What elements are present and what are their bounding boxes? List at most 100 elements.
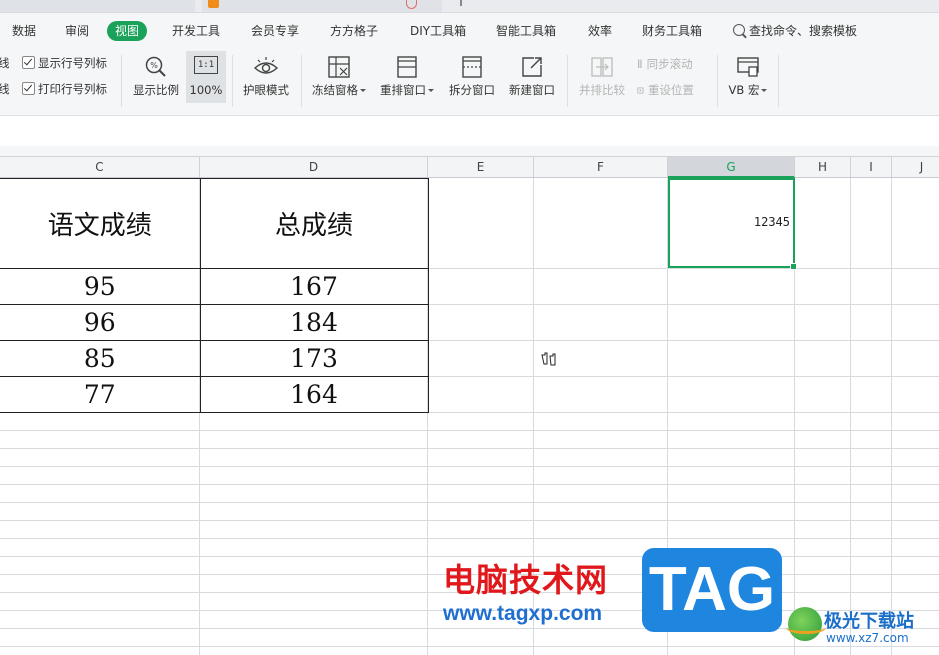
gridline <box>0 502 939 503</box>
zoom-button[interactable]: % 显示比例 <box>128 49 184 115</box>
eye-icon <box>253 57 279 74</box>
column-header-d[interactable]: D <box>200 157 428 177</box>
one-to-one-icon: 1:1 <box>194 56 218 74</box>
chevron-down-icon <box>360 89 366 92</box>
eye-mode-label: 护眼模式 <box>243 83 289 97</box>
search-command[interactable]: 查找命令、搜索模板 <box>733 13 857 49</box>
zoom-label: 显示比例 <box>133 83 179 97</box>
toolbar-divider <box>232 55 233 107</box>
cell-d1[interactable]: 总成绩 <box>199 178 429 269</box>
sync-scroll-button[interactable]: Ⅱ 同步滚动 <box>637 56 693 72</box>
watermark-title: 电脑技术网 <box>443 561 609 599</box>
ribbon-menu-bar: 数据 审阅 视图 开发工具 会员专享 方方格子 DIY工具箱 智能工具箱 效率 … <box>0 13 939 49</box>
sheet-top-gap <box>0 146 939 157</box>
freeze-panes-button[interactable]: 冻结窗格 <box>308 49 370 115</box>
new-tab-icon[interactable] <box>460 0 462 6</box>
search-command-label: 查找命令、搜索模板 <box>749 24 858 38</box>
site-logo: 极光下载站 www.xz7.com <box>786 605 936 653</box>
column-header-h[interactable]: H <box>795 157 851 177</box>
menu-efficiency[interactable]: 效率 <box>588 13 612 49</box>
menu-view[interactable]: 视图 <box>107 21 148 41</box>
reset-position-icon: ⊡ <box>637 83 644 97</box>
menu-smart[interactable]: 智能工具箱 <box>496 13 556 49</box>
watermark-url: www.tagxp.com <box>443 602 603 625</box>
gridline <box>0 520 939 521</box>
cell-d5[interactable]: 164 <box>199 376 429 413</box>
rearrange-window-label: 重排窗口 <box>380 83 426 97</box>
compare-icon <box>591 57 613 77</box>
tab-close-icon[interactable] <box>406 0 417 9</box>
score-table: 语文成绩 总成绩 95 167 96 184 85 173 77 164 <box>0 178 429 413</box>
rearrange-window-icon <box>397 56 417 78</box>
show-rowcol-label: 显示行号列标 <box>38 56 107 70</box>
freeze-panes-label: 冻结窗格 <box>312 83 358 97</box>
print-gridline-label: 线 <box>0 82 10 96</box>
checkbox-icon <box>22 82 35 95</box>
new-window-icon <box>522 57 542 77</box>
gridline <box>0 466 939 467</box>
zoom-100-button[interactable]: 1:1 100% <box>186 51 226 103</box>
menu-finance[interactable]: 财务工具箱 <box>642 13 702 49</box>
split-window-label: 拆分窗口 <box>449 83 495 97</box>
svg-text:%: % <box>150 61 158 70</box>
menu-data[interactable]: 数据 <box>12 13 36 49</box>
column-header-row: C D E F G H I J <box>0 157 939 178</box>
column-header-e[interactable]: E <box>428 157 534 177</box>
print-rowcol-checkbox[interactable]: 打印行号列标 <box>22 81 107 97</box>
toolbar-divider <box>717 55 718 107</box>
new-window-button[interactable]: 新建窗口 <box>504 49 560 115</box>
site-logo-name: 极光下载站 <box>824 611 914 632</box>
cell-c3[interactable]: 96 <box>0 304 201 341</box>
toolbar-divider <box>567 55 568 107</box>
menu-developer[interactable]: 开发工具 <box>172 13 220 49</box>
gridline <box>0 448 939 449</box>
sync-scroll-label: 同步滚动 <box>646 57 693 71</box>
fill-handle[interactable] <box>790 263 797 270</box>
site-logo-url: www.xz7.com <box>826 631 909 645</box>
gridline <box>891 178 892 655</box>
side-by-side-label: 并排比较 <box>579 83 625 97</box>
column-header-i[interactable]: I <box>851 157 892 177</box>
cell-d3[interactable]: 184 <box>199 304 429 341</box>
column-header-f[interactable]: F <box>534 157 668 177</box>
cell-c4[interactable]: 85 <box>0 340 201 377</box>
split-window-button[interactable]: 拆分窗口 <box>444 49 500 115</box>
toolbar-divider <box>121 55 122 107</box>
macro-icon <box>737 57 759 77</box>
cell-c5[interactable]: 77 <box>0 376 201 413</box>
menu-review[interactable]: 审阅 <box>65 13 89 49</box>
column-header-c[interactable]: C <box>0 157 200 177</box>
gridline <box>850 178 851 655</box>
column-header-j[interactable]: J <box>892 157 939 177</box>
zoom-percent-icon: % <box>145 56 166 77</box>
site-logo-swoosh <box>786 621 826 634</box>
new-window-label: 新建窗口 <box>509 83 555 97</box>
print-rowcol-label: 打印行号列标 <box>38 82 107 96</box>
print-gridline-row: 线 <box>0 81 10 97</box>
app-tab[interactable] <box>202 0 442 12</box>
zoom-100-label: 100% <box>189 83 223 97</box>
eye-mode-button[interactable]: 护眼模式 <box>238 49 294 115</box>
move-cursor-icon <box>541 352 556 366</box>
menu-member[interactable]: 会员专享 <box>251 13 299 49</box>
cell-c2[interactable]: 95 <box>0 268 201 305</box>
show-rowcol-checkbox[interactable]: 显示行号列标 <box>22 55 107 71</box>
column-header-g[interactable]: G <box>668 157 795 178</box>
rearrange-window-button[interactable]: 重排窗口 <box>375 49 439 115</box>
gridline <box>0 538 939 539</box>
menu-fangfang[interactable]: 方方格子 <box>330 13 378 49</box>
cell-d4[interactable]: 173 <box>199 340 429 377</box>
formula-bar[interactable] <box>0 116 939 147</box>
reset-position-button[interactable]: ⊡ 重设位置 <box>637 82 694 98</box>
vb-macro-button[interactable]: VB 宏 <box>723 49 773 115</box>
gridline <box>0 430 939 431</box>
cell-c1[interactable]: 语文成绩 <box>0 178 201 269</box>
chevron-down-icon <box>428 89 434 92</box>
menu-diy[interactable]: DIY工具箱 <box>410 13 466 49</box>
document-tab[interactable] <box>0 0 195 12</box>
selected-cell-value: 12345 <box>753 215 790 229</box>
search-icon <box>733 24 745 36</box>
side-by-side-button[interactable]: 并排比较 <box>573 49 631 115</box>
cell-d2[interactable]: 167 <box>199 268 429 305</box>
window-tab-strip <box>0 0 939 13</box>
